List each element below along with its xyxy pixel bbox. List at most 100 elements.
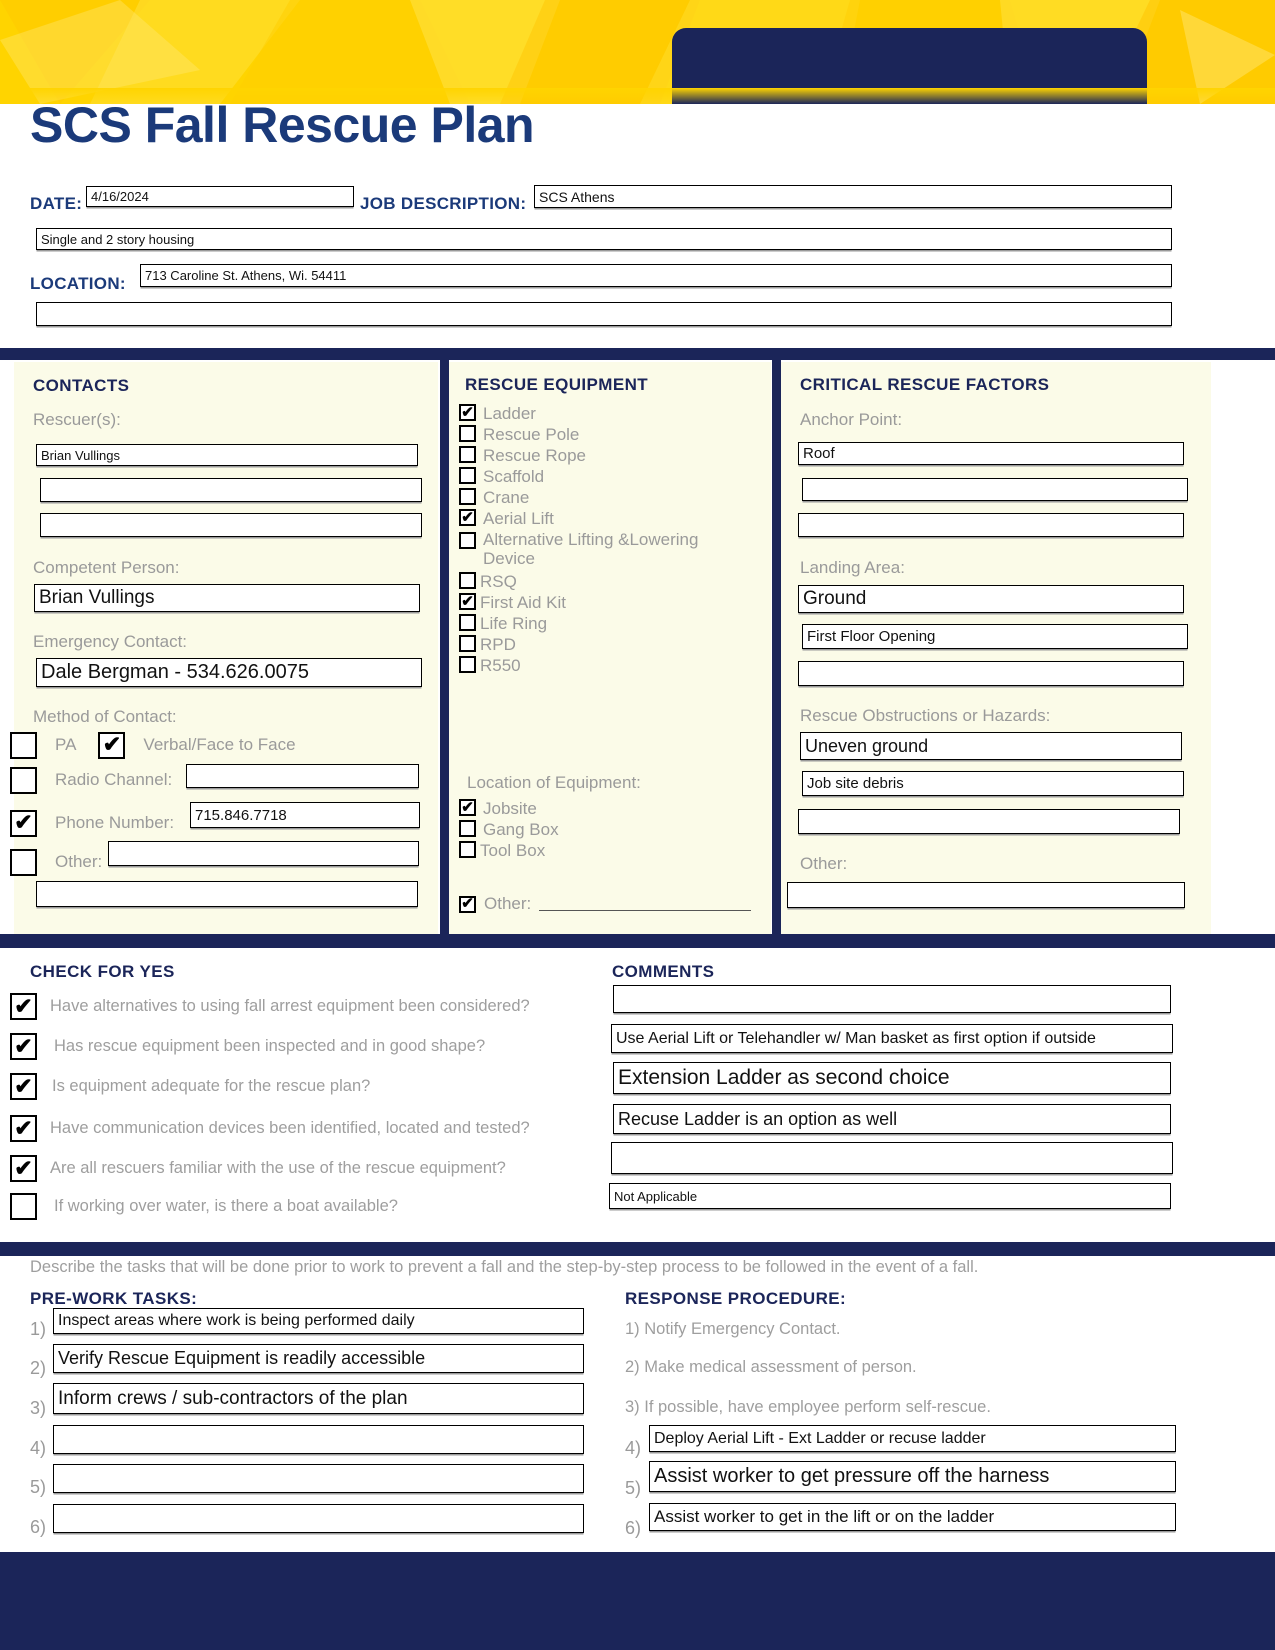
check-yes-checkbox-3[interactable] xyxy=(10,1073,37,1100)
jobsite-checkbox[interactable] xyxy=(459,799,476,816)
hazard-input-3[interactable] xyxy=(798,809,1180,834)
hazard-input-2[interactable]: Job site debris xyxy=(802,771,1184,796)
equipment-location-gang-box[interactable]: Gang Box xyxy=(459,820,767,839)
equipment-item-first-aid-kit[interactable]: First Aid Kit xyxy=(459,593,767,612)
landing-area-input-3[interactable] xyxy=(798,661,1184,686)
emergency-contact-label: Emergency Contact: xyxy=(33,632,188,651)
contacts-extra-input[interactable] xyxy=(36,881,418,907)
radio-channel-checkbox[interactable] xyxy=(10,766,37,794)
alternative-lifting-device-checkbox[interactable] xyxy=(459,532,476,549)
anchor-point-input-3[interactable] xyxy=(798,513,1184,537)
pre-work-task-input-6[interactable] xyxy=(53,1504,584,1533)
anchor-point-input-1[interactable]: Roof xyxy=(798,442,1184,465)
job-description-input[interactable]: SCS Athens xyxy=(534,185,1172,208)
first-aid-kit-checkbox[interactable] xyxy=(459,593,476,610)
equipment-other-row[interactable]: Other: xyxy=(459,894,752,914)
check-yes-checkbox-6[interactable] xyxy=(10,1193,37,1220)
comment-input-6[interactable]: Not Applicable xyxy=(609,1183,1171,1209)
landing-area-input-2[interactable]: First Floor Opening xyxy=(802,624,1188,649)
rescue-rope-checkbox[interactable] xyxy=(459,446,476,463)
equipment-item-rsq[interactable]: RSQ xyxy=(459,572,767,591)
pre-work-task-input-5[interactable] xyxy=(53,1464,584,1493)
competent-person-input[interactable]: Brian Vullings xyxy=(34,584,420,612)
pre-work-number-5: 5) xyxy=(30,1477,47,1497)
check-yes-row-3[interactable]: Is equipment adequate for the rescue pla… xyxy=(10,1073,370,1100)
comment-input-5[interactable] xyxy=(611,1142,1173,1174)
check-yes-row-2[interactable]: Has rescue equipment been inspected and … xyxy=(10,1033,485,1060)
emergency-contact-input[interactable]: Dale Bergman - 534.626.0075 xyxy=(36,658,422,687)
equipment-item-rescue-pole[interactable]: Rescue Pole xyxy=(459,425,767,444)
check-yes-row-4[interactable]: Have communication devices been identifi… xyxy=(10,1115,530,1142)
life-ring-checkbox[interactable] xyxy=(459,614,476,631)
equipment-item-ladder[interactable]: Ladder xyxy=(459,404,767,423)
equipment-label: Crane xyxy=(483,488,530,507)
equipment-location-jobsite[interactable]: Jobsite xyxy=(459,799,767,818)
radio-channel-label: Radio Channel: xyxy=(55,770,173,789)
anchor-point-input-2[interactable] xyxy=(802,478,1188,501)
equipment-location-tool-box[interactable]: Tool Box xyxy=(459,841,767,860)
rpd-checkbox[interactable] xyxy=(459,635,476,652)
comment-input-1[interactable] xyxy=(613,985,1171,1013)
response-input-6[interactable]: Assist worker to get in the lift or on t… xyxy=(649,1503,1176,1531)
critical-factors-heading: CRITICAL RESCUE FACTORS xyxy=(800,375,1050,394)
check-yes-checkbox-1[interactable] xyxy=(10,993,37,1020)
job-description-line2-input[interactable]: Single and 2 story housing xyxy=(36,228,1172,250)
tool-box-checkbox[interactable] xyxy=(459,841,476,858)
radio-channel-input[interactable] xyxy=(186,764,419,788)
response-input-5[interactable]: Assist worker to get pressure off the ha… xyxy=(649,1461,1176,1492)
equipment-item-rpd[interactable]: RPD xyxy=(459,635,767,654)
phone-number-checkbox[interactable] xyxy=(10,809,37,837)
rescuer-input-3[interactable] xyxy=(40,513,422,537)
landing-area-input-1[interactable]: Ground xyxy=(798,585,1184,613)
hazard-input-1[interactable]: Uneven ground xyxy=(800,732,1182,760)
r550-checkbox[interactable] xyxy=(459,656,476,673)
equipment-item-life-ring[interactable]: Life Ring xyxy=(459,614,767,633)
check-yes-row-5[interactable]: Are all rescuers familiar with the use o… xyxy=(10,1155,506,1182)
rescue-pole-checkbox[interactable] xyxy=(459,425,476,442)
check-yes-checkbox-2[interactable] xyxy=(10,1033,37,1060)
pre-work-task-input-3[interactable]: Inform crews / sub-contractors of the pl… xyxy=(53,1383,584,1414)
pre-work-task-input-2[interactable]: Verify Rescue Equipment is readily acces… xyxy=(53,1344,584,1373)
check-yes-row-6[interactable]: If working over water, is there a boat a… xyxy=(10,1193,398,1220)
phone-number-input[interactable]: 715.846.7718 xyxy=(190,802,420,828)
equipment-other-input[interactable] xyxy=(539,897,752,911)
other-contact-checkbox[interactable] xyxy=(10,848,37,876)
comment-input-4[interactable]: Recuse Ladder is an option as well xyxy=(613,1104,1171,1134)
critical-other-input[interactable] xyxy=(787,882,1185,908)
rescue-equipment-panel: RESCUE EQUIPMENT Ladder Rescue Pole Resc… xyxy=(449,362,771,934)
equipment-other-checkbox[interactable] xyxy=(459,895,476,913)
equipment-item-alt-lifting-device[interactable]: Alternative Lifting &Lowering Device xyxy=(459,530,767,568)
response-number-6: 6) xyxy=(625,1518,642,1538)
gang-box-checkbox[interactable] xyxy=(459,820,476,837)
check-yes-row-1[interactable]: Have alternatives to using fall arrest e… xyxy=(10,993,530,1020)
check-yes-checkbox-5[interactable] xyxy=(10,1155,37,1182)
location-input[interactable]: 713 Caroline St. Athens, Wi. 54411 xyxy=(140,264,1172,287)
rescuer-input-2[interactable] xyxy=(40,478,422,502)
pre-work-task-input-1[interactable]: Inspect areas where work is being perfor… xyxy=(53,1308,584,1334)
equipment-item-scaffold[interactable]: Scaffold xyxy=(459,467,767,486)
comment-input-2[interactable]: Use Aerial Lift or Telehandler w/ Man ba… xyxy=(611,1024,1173,1053)
equipment-item-rescue-rope[interactable]: Rescue Rope xyxy=(459,446,767,465)
rescuer-input-1[interactable]: Brian Vullings xyxy=(36,444,418,466)
equipment-item-aerial-lift[interactable]: Aerial Lift xyxy=(459,509,767,528)
scaffold-checkbox[interactable] xyxy=(459,467,476,484)
pa-checkbox[interactable] xyxy=(10,731,37,759)
verbal-face-to-face-checkbox[interactable] xyxy=(98,731,126,759)
aerial-lift-checkbox[interactable] xyxy=(459,509,476,526)
method-row-pa[interactable]: PA Verbal/Face to Face xyxy=(10,728,440,762)
pre-work-task-input-4[interactable] xyxy=(53,1425,584,1454)
location-line2-input[interactable] xyxy=(36,302,1172,326)
check-yes-checkbox-4[interactable] xyxy=(10,1115,37,1142)
response-number-5: 5) xyxy=(625,1478,642,1498)
equipment-item-crane[interactable]: Crane xyxy=(459,488,767,507)
rsq-checkbox[interactable] xyxy=(459,572,476,589)
pre-work-number-4: 4) xyxy=(30,1438,47,1458)
date-input[interactable]: 4/16/2024 xyxy=(86,186,354,207)
verbal-face-to-face-label: Verbal/Face to Face xyxy=(143,735,296,754)
comment-input-3[interactable]: Extension Ladder as second choice xyxy=(613,1062,1171,1094)
ladder-checkbox[interactable] xyxy=(459,404,476,421)
other-contact-input[interactable] xyxy=(108,841,419,866)
crane-checkbox[interactable] xyxy=(459,488,476,505)
equipment-item-r550[interactable]: R550 xyxy=(459,656,767,675)
response-input-4[interactable]: Deploy Aerial Lift - Ext Ladder or recus… xyxy=(649,1425,1176,1452)
